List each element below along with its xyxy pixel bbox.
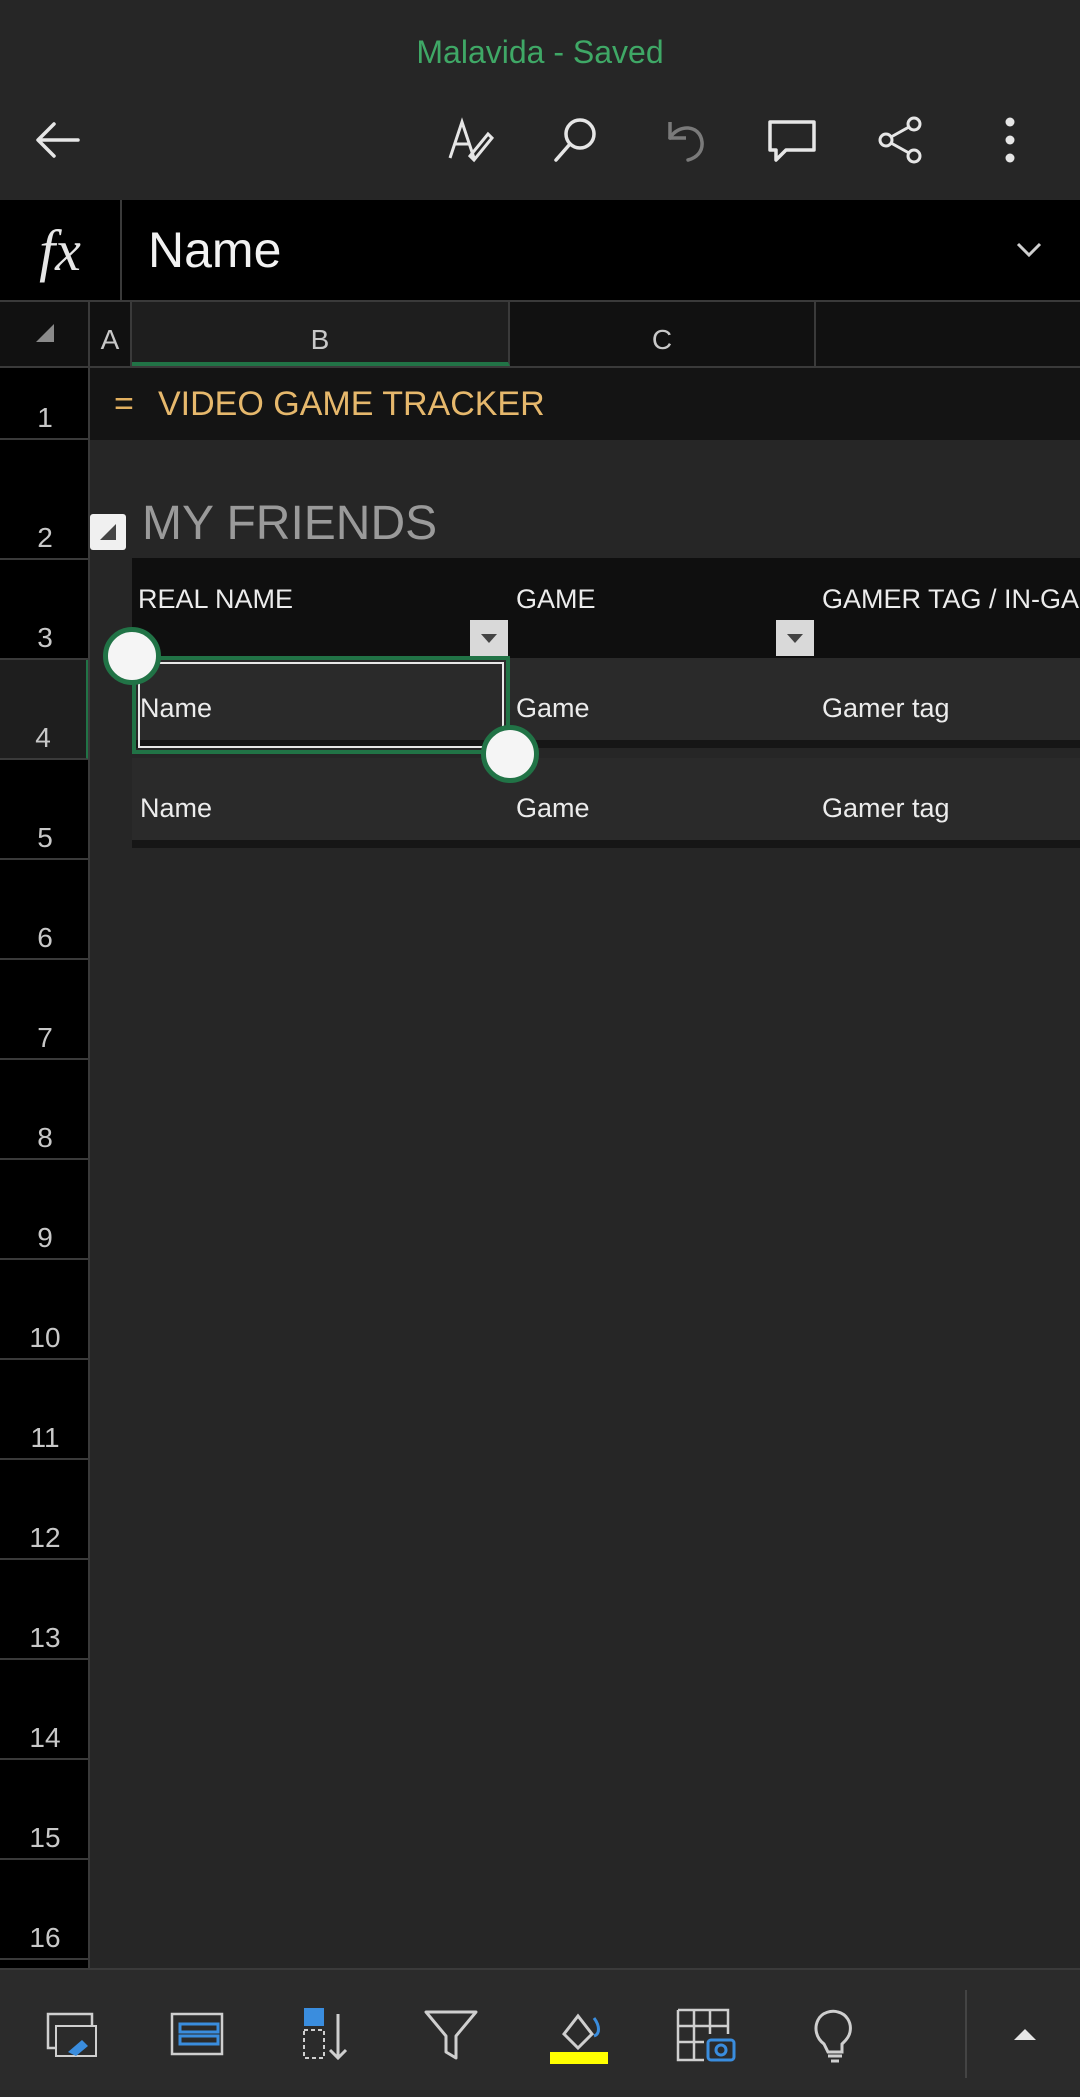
table-header-cell[interactable]: REAL NAME (138, 558, 498, 658)
table-cell[interactable]: Gamer tag (822, 658, 950, 748)
app-bar: Malavida - Saved (0, 0, 1080, 200)
filter-icon[interactable] (406, 1990, 496, 2080)
table-row: Name Game Gamer tag (132, 758, 1080, 848)
function-icon[interactable]: fx (0, 200, 120, 300)
dropdown-arrow-icon (481, 634, 497, 643)
expand-toolbar-icon[interactable] (980, 1990, 1070, 2080)
select-all-triangle-icon (36, 324, 54, 342)
row-header[interactable]: 11 (0, 1360, 90, 1460)
collapse-triangle-icon (100, 524, 116, 540)
row-header[interactable]: 6 (0, 860, 90, 960)
row-header[interactable]: 14 (0, 1660, 90, 1760)
table-cell[interactable]: Gamer tag (822, 758, 950, 848)
row-header[interactable]: 10 (0, 1260, 90, 1360)
row-header[interactable]: 12 (0, 1460, 90, 1560)
sort-icon[interactable] (280, 1990, 370, 2080)
collapse-group-button[interactable] (90, 514, 126, 550)
worksheet-grid[interactable]: = VIDEO GAME TRACKER MY FRIENDS REAL NAM… (90, 368, 1080, 1968)
column-headers: A B C (0, 302, 1080, 368)
share-icon[interactable] (860, 100, 940, 180)
row-header[interactable]: 9 (0, 1160, 90, 1260)
row-header-selected[interactable]: 4 (0, 660, 90, 760)
divider (965, 1990, 967, 2078)
fill-color-icon[interactable] (534, 1990, 624, 2080)
search-icon[interactable] (536, 100, 616, 180)
row-header[interactable]: 7 (0, 960, 90, 1060)
row-header[interactable]: 8 (0, 1060, 90, 1160)
comment-icon[interactable] (752, 100, 832, 180)
column-header-b[interactable]: B (132, 302, 510, 366)
back-arrow-icon[interactable] (18, 100, 98, 180)
table-header-cell[interactable]: GAME (516, 558, 786, 658)
section-title: MY FRIENDS (142, 497, 438, 550)
draw-pen-icon[interactable] (428, 100, 508, 180)
title-prefix: = (114, 385, 134, 423)
table-header-row: REAL NAME GAME GAMER TAG / IN-GA (132, 558, 1080, 658)
more-options-icon[interactable] (970, 100, 1050, 180)
insert-chart-icon[interactable] (28, 1990, 118, 2080)
filter-dropdown-button[interactable] (776, 620, 814, 656)
row-header[interactable]: 5 (0, 760, 90, 860)
table-cell[interactable]: Name (140, 758, 212, 848)
sheet-title: VIDEO GAME TRACKER (158, 385, 545, 423)
row-header[interactable]: 16 (0, 1860, 90, 1960)
row-header[interactable]: 1 (0, 368, 90, 440)
dropdown-arrow-icon (787, 634, 803, 643)
document-title: Malavida - Saved (416, 34, 664, 70)
formula-bar[interactable]: fx Name (0, 200, 1080, 302)
column-header-c[interactable]: C (510, 302, 816, 366)
row-headers: 1 2 3 4 5 6 7 8 9 10 11 12 13 14 15 16 (0, 368, 90, 1968)
chevron-down-icon[interactable] (1010, 230, 1048, 268)
column-header-d[interactable] (816, 302, 1080, 366)
row-header[interactable]: 2 (0, 440, 90, 560)
bottom-toolbar (0, 1968, 1080, 2097)
selection-handle-start[interactable] (103, 627, 161, 685)
filter-dropdown-button[interactable] (470, 620, 508, 656)
title-row: = VIDEO GAME TRACKER (90, 368, 1080, 440)
camera-table-icon[interactable] (660, 1990, 750, 2080)
formula-divider (120, 200, 122, 300)
row-header[interactable]: 15 (0, 1760, 90, 1860)
selection-handle-end[interactable] (481, 725, 539, 783)
table-header-cell[interactable]: GAMER TAG / IN-GA (822, 558, 1080, 658)
table-styles-icon[interactable] (154, 1990, 244, 2080)
formula-input[interactable]: Name (148, 200, 281, 300)
active-cell-selection[interactable] (132, 656, 510, 754)
undo-icon[interactable] (644, 100, 724, 180)
row-header[interactable]: 3 (0, 560, 90, 660)
lightbulb-icon[interactable] (790, 1990, 880, 2080)
select-all-corner[interactable] (0, 302, 90, 366)
row-header[interactable]: 13 (0, 1560, 90, 1660)
column-header-a[interactable]: A (90, 302, 132, 366)
